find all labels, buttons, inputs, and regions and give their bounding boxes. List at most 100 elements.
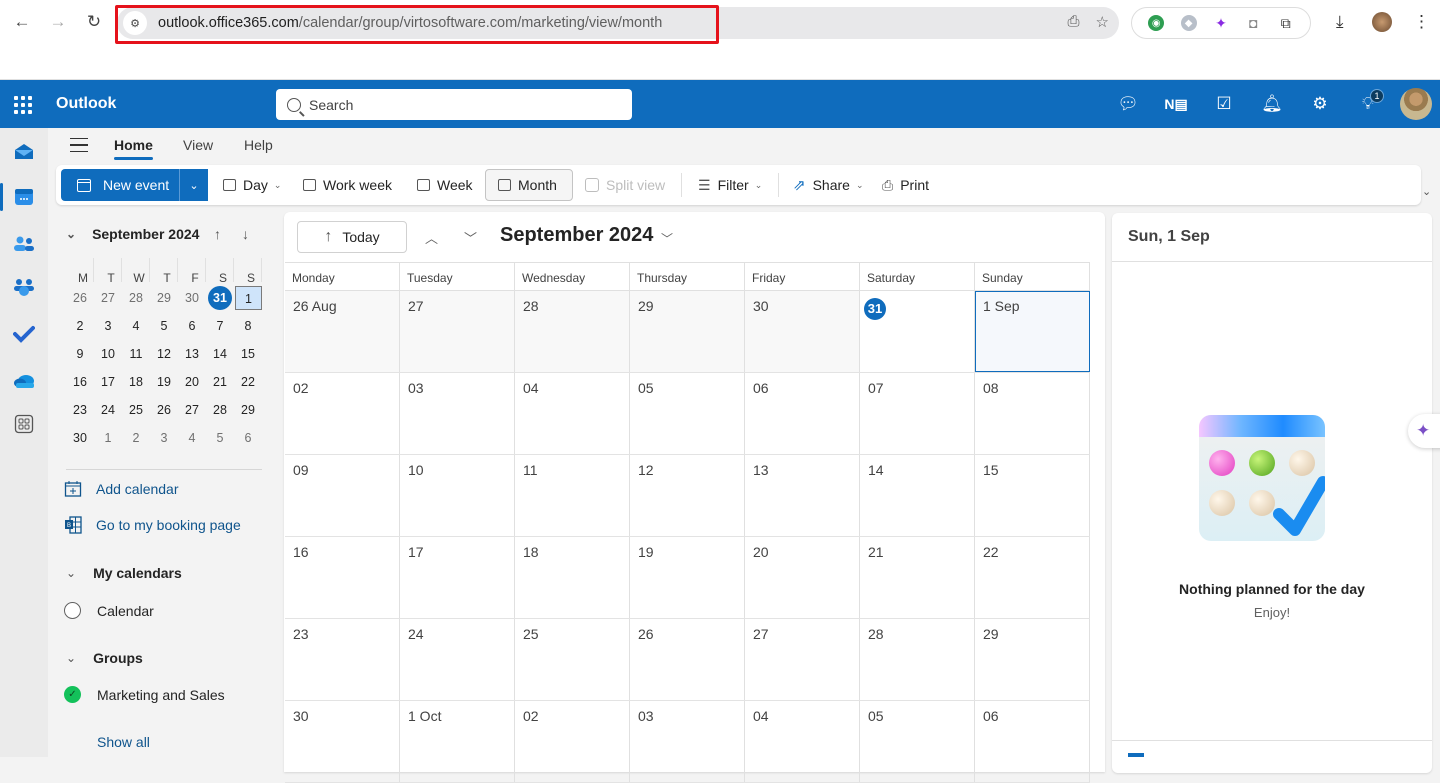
share-button[interactable]: ⇗ Share ⌄ xyxy=(787,169,869,201)
mini-day[interactable]: 29 xyxy=(234,398,262,422)
mini-day[interactable]: 7 xyxy=(206,314,234,338)
mini-day[interactable]: 30 xyxy=(178,286,206,310)
mini-day[interactable]: 3 xyxy=(150,426,178,450)
day-cell[interactable]: 26 Aug xyxy=(285,291,400,372)
calendar-icon[interactable] xyxy=(12,185,36,209)
my-calendars-section[interactable]: ⌄ My calendars xyxy=(66,565,182,581)
day-cell[interactable]: 03 xyxy=(400,373,515,454)
mini-day[interactable]: 23 xyxy=(66,398,94,422)
booking-page-link[interactable]: B Go to my booking page xyxy=(64,516,241,534)
day-cell[interactable]: 24 xyxy=(400,619,515,700)
onenote-icon[interactable]: N▤ xyxy=(1152,80,1200,128)
url-text[interactable]: outlook.office365.com/calendar/group/vir… xyxy=(158,15,662,31)
forward-button[interactable]: → xyxy=(47,11,69,33)
mini-day[interactable]: 3 xyxy=(94,314,122,338)
day-cell[interactable]: 28 xyxy=(515,291,630,372)
day-cell[interactable]: 09 xyxy=(285,455,400,536)
next-month-chevron-icon[interactable]: ﹀ xyxy=(464,228,477,247)
extension-robot-icon[interactable]: ◉ xyxy=(1148,15,1165,31)
day-cell[interactable]: 29 xyxy=(630,291,745,372)
add-calendar-link[interactable]: Add calendar xyxy=(64,480,179,498)
day-cell[interactable]: 30 xyxy=(285,701,400,782)
day-cell[interactable]: 19 xyxy=(630,537,745,618)
site-settings-icon[interactable]: ⚙ xyxy=(123,11,147,35)
mini-day[interactable]: 4 xyxy=(122,314,150,338)
month-picker-chevron-icon[interactable]: ﹀ xyxy=(661,230,673,247)
mini-day[interactable]: 13 xyxy=(178,342,206,366)
day-cell[interactable]: 27 xyxy=(400,291,515,372)
mini-day[interactable]: 5 xyxy=(206,426,234,450)
day-cell[interactable]: 1 Oct xyxy=(400,701,515,782)
mini-day[interactable]: 19 xyxy=(150,370,178,394)
mini-day[interactable]: 28 xyxy=(206,398,234,422)
day-cell[interactable]: 02 xyxy=(515,701,630,782)
next-month-arrow-icon[interactable]: ↓ xyxy=(242,226,249,242)
day-cell[interactable]: 13 xyxy=(745,455,860,536)
today-button[interactable]: ↑ Today xyxy=(297,221,407,253)
day-cell[interactable]: 17 xyxy=(400,537,515,618)
day-cell[interactable]: 28 xyxy=(860,619,975,700)
day-cell[interactable]: 30 xyxy=(745,291,860,372)
mini-day[interactable]: 1 xyxy=(94,426,122,450)
day-cell[interactable]: 08 xyxy=(975,373,1090,454)
mini-day[interactable]: 14 xyxy=(206,342,234,366)
account-avatar[interactable] xyxy=(1400,88,1432,120)
day-cell[interactable]: 05 xyxy=(630,373,745,454)
mini-day[interactable]: 12 xyxy=(150,342,178,366)
day-cell[interactable]: 27 xyxy=(745,619,860,700)
mini-day[interactable]: 22 xyxy=(234,370,262,394)
download-icon[interactable]: ⤓ xyxy=(1336,12,1344,32)
notifications-bell-icon[interactable]: 🔔︎ xyxy=(1248,80,1296,128)
collapse-chevron-icon[interactable]: ⌄ xyxy=(66,227,76,241)
mini-day[interactable]: 31 xyxy=(206,286,234,310)
groups-section[interactable]: ⌄ Groups xyxy=(66,650,143,666)
day-cell[interactable]: 23 xyxy=(285,619,400,700)
mini-day[interactable]: 15 xyxy=(234,342,262,366)
tips-lightbulb-icon[interactable]: 💡︎ 1 xyxy=(1344,80,1392,128)
mini-day[interactable]: 26 xyxy=(150,398,178,422)
mini-day[interactable]: 18 xyxy=(122,370,150,394)
day-cell[interactable]: 29 xyxy=(975,619,1090,700)
day-cell[interactable]: 18 xyxy=(515,537,630,618)
onedrive-icon[interactable] xyxy=(12,369,36,393)
mini-day[interactable]: 10 xyxy=(94,342,122,366)
work-week-button[interactable]: Work week xyxy=(297,169,398,201)
extension-camera-icon[interactable]: ◘ xyxy=(1245,15,1261,31)
calendar-list-item[interactable]: Calendar xyxy=(64,602,154,619)
profile-avatar[interactable] xyxy=(1372,12,1392,32)
mini-day[interactable]: 4 xyxy=(178,426,206,450)
mini-day[interactable]: 9 xyxy=(66,342,94,366)
day-cell[interactable]: 03 xyxy=(630,701,745,782)
search-input[interactable]: Search xyxy=(276,89,632,120)
previous-month-chevron-icon[interactable]: ︿ xyxy=(425,228,438,247)
mini-day[interactable]: 16 xyxy=(66,370,94,394)
app-launcher-icon[interactable] xyxy=(14,96,32,114)
group-list-item[interactable]: ✓ Marketing and Sales xyxy=(64,686,225,703)
mini-day[interactable]: 24 xyxy=(94,398,122,422)
day-cell[interactable]: 20 xyxy=(745,537,860,618)
mini-day[interactable]: 8 xyxy=(234,314,262,338)
day-cell[interactable]: 11 xyxy=(515,455,630,536)
mini-day[interactable]: 20 xyxy=(178,370,206,394)
split-view-button[interactable]: Split view xyxy=(579,169,671,201)
mini-day[interactable]: 26 xyxy=(66,286,94,310)
expand-ribbon-chevron-icon[interactable]: ⌄ xyxy=(1422,185,1431,198)
extensions-puzzle-icon[interactable]: ⧉ xyxy=(1278,15,1294,31)
day-cell[interactable]: 15 xyxy=(975,455,1090,536)
week-view-button[interactable]: Week xyxy=(411,169,479,201)
extension-shield-icon[interactable]: ◆ xyxy=(1180,15,1197,31)
day-cell[interactable]: 10 xyxy=(400,455,515,536)
mini-day[interactable]: 30 xyxy=(66,426,94,450)
show-all-link[interactable]: Show all xyxy=(97,734,150,750)
mini-day[interactable]: 27 xyxy=(94,286,122,310)
mini-day[interactable]: 21 xyxy=(206,370,234,394)
mini-calendar-title[interactable]: September 2024 xyxy=(92,226,199,242)
mini-day[interactable]: 1 xyxy=(235,286,262,310)
copilot-sparkle-icon[interactable]: ✦ xyxy=(1408,414,1440,448)
filter-button[interactable]: ☰ Filter ⌄ xyxy=(692,169,768,201)
mini-day[interactable]: 2 xyxy=(122,426,150,450)
chat-icon[interactable]: 💬︎ xyxy=(1104,80,1152,128)
day-cell[interactable]: 12 xyxy=(630,455,745,536)
mini-day[interactable]: 27 xyxy=(178,398,206,422)
mini-day[interactable]: 25 xyxy=(122,398,150,422)
